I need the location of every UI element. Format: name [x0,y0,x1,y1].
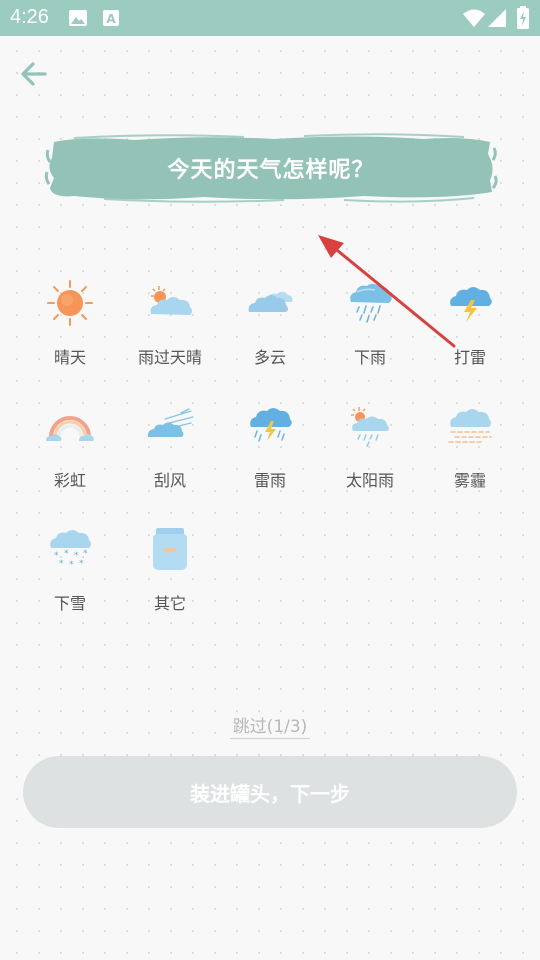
weather-label: 多云 [253,348,286,367]
weather-label: 雨过天晴 [137,348,202,367]
weather-option-thunderstorm[interactable]: 雷雨 [220,395,320,495]
signal-icon [488,9,506,27]
svg-text:*: * [69,560,74,570]
svg-text:*: * [59,559,64,569]
weather-label: 晴天 [53,348,86,367]
weather-option-other[interactable]: 其它 [120,518,220,618]
wind-icon [147,408,194,437]
status-bar: 4:26 A [0,0,540,36]
battery-charging-icon [517,6,529,29]
weather-option-rain[interactable]: 下雨 [320,272,420,372]
weather-option-sun-rain[interactable]: 太阳雨 [320,395,420,495]
sun-behind-cloud-icon [150,286,192,315]
weather-option-cloudy[interactable]: 多云 [220,272,320,372]
svg-text:*: * [83,549,88,559]
weather-label: 太阳雨 [345,471,394,490]
weather-option-clearing[interactable]: 雨过天晴 [120,272,220,372]
sunny-icon [47,280,93,326]
weather-label: 彩虹 [53,471,86,490]
weather-label: 雷雨 [253,471,286,490]
skip-link[interactable]: 跳过(1/3) [200,712,340,737]
back-button[interactable] [18,58,50,90]
thunderstorm-icon [250,408,292,442]
weather-label: 雾霾 [453,471,486,490]
snow-icon: * * * * * * * [50,530,91,570]
svg-text:*: * [79,559,84,569]
page-title: 今天的天气怎样呢？ [167,158,375,183]
cloudy-icon [248,291,293,312]
fog-icon [448,409,492,443]
rain-icon [350,283,392,323]
weather-option-snow[interactable]: * * * * * * * 下雪 [20,518,120,618]
svg-text:*: * [64,549,69,559]
font-notification-icon: A [103,10,119,26]
jar-icon [153,528,187,570]
question-banner: 今天的天气怎样呢？ [44,132,498,204]
weather-label: 下雨 [353,348,386,367]
weather-label: 打雷 [453,348,486,367]
weather-option-fog[interactable]: 雾霾 [420,395,520,495]
weather-option-thunder[interactable]: 打雷 [420,272,520,372]
thunder-icon [450,287,492,322]
svg-text:A: A [106,12,116,26]
weather-option-wind[interactable]: 刮风 [120,395,220,495]
weather-option-sunny[interactable]: 晴天 [20,272,120,372]
status-time: 4:26 [10,6,49,28]
skip-underline [230,738,310,739]
back-arrow-icon [21,62,47,86]
sun-rain-icon [351,407,389,447]
weather-option-rainbow[interactable]: 彩虹 [20,395,120,495]
weather-label: 刮风 [153,471,186,490]
image-notification-icon [69,10,87,26]
wifi-icon [463,9,485,27]
next-step-button[interactable]: 装进罐头，下一步 [23,756,517,828]
weather-label: 下雪 [53,594,86,613]
weather-label: 其它 [153,594,186,613]
rainbow-icon [46,416,94,441]
